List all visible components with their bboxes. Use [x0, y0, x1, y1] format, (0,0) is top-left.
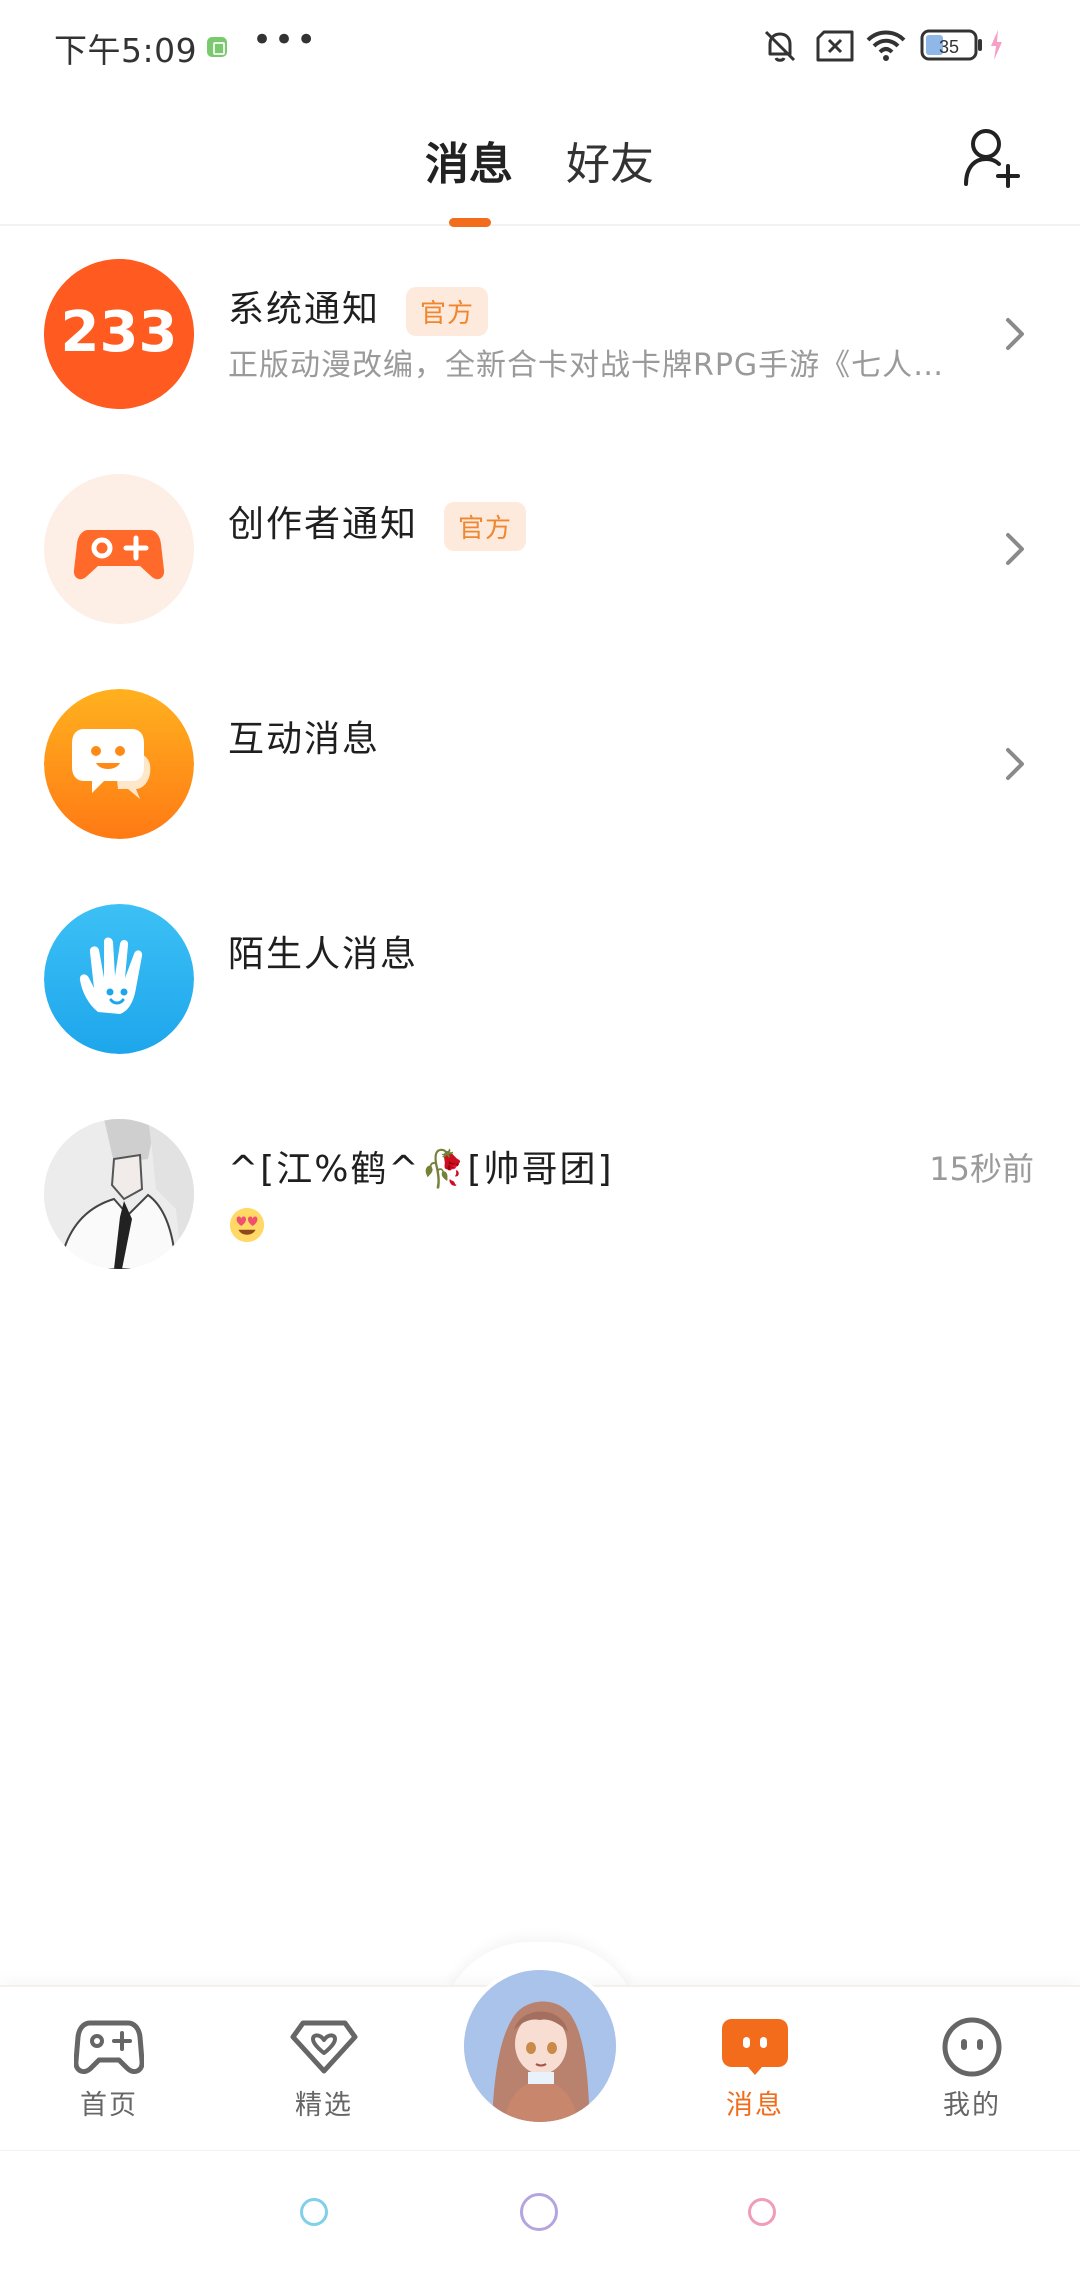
nav-label-featured: 精选	[295, 2090, 353, 2121]
battery-icon: 35	[920, 29, 982, 61]
list-item-title: 创作者通知 官方	[228, 495, 527, 551]
nav-label-messages: 消息	[726, 2090, 784, 2121]
title-text: 互动消息	[228, 719, 381, 760]
nav-item-home[interactable]: 首页	[44, 2017, 174, 2122]
wifi-icon	[866, 30, 906, 61]
chevron-right-icon	[1006, 318, 1024, 350]
message-list: 233 系统通知 官方 正版动漫改编，全新合卡对战卡牌RPG手游《七人… 创作者通…	[0, 226, 1080, 1301]
list-item-interaction-messages[interactable]: 互动消息	[0, 656, 1080, 871]
stranger-messages-avatar	[44, 904, 194, 1054]
list-item-user-chat[interactable]: ^[江%鹤^🥀[帅哥团] 15秒前	[0, 1086, 1080, 1301]
official-badge: 官方	[444, 501, 527, 551]
logo-233-icon: 233	[44, 259, 194, 409]
list-item-title: 互动消息	[228, 710, 380, 762]
app-notification-icon	[207, 37, 227, 57]
more-notifications-indicator: •••	[252, 20, 319, 60]
title-text: 创作者通知	[228, 504, 419, 545]
anime-girl-avatar-image	[464, 1970, 616, 2122]
nav-item-me[interactable]: 我的	[907, 2017, 1037, 2122]
list-item-title: 系统通知 官方	[228, 280, 489, 336]
official-badge: 官方	[406, 286, 489, 336]
title-text: 陌生人消息	[228, 934, 419, 975]
list-item-stranger-messages[interactable]: 陌生人消息	[0, 871, 1080, 1086]
smiley-icon	[942, 2017, 1002, 2077]
user-avatar-illustration	[44, 1119, 194, 1269]
list-item-title: ^[江%鹤^🥀[帅哥团]	[228, 1140, 614, 1192]
list-item-system-notification[interactable]: 233 系统通知 官方 正版动漫改编，全新合卡对战卡牌RPG手游《七人…	[0, 226, 1080, 441]
creator-notification-avatar	[44, 474, 194, 624]
chevron-right-icon	[1006, 533, 1024, 565]
gamepad-icon	[74, 2020, 144, 2074]
status-time: 下午5:09	[54, 31, 198, 70]
list-item-preview: 正版动漫改编，全新合卡对战卡牌RPG手游《七人…	[228, 348, 945, 383]
interaction-messages-avatar	[44, 689, 194, 839]
system-navigation-bar	[0, 2150, 1080, 2280]
back-button[interactable]	[300, 2198, 328, 2226]
gamepad-icon	[44, 474, 194, 624]
title-text: ^[江%鹤^🥀[帅哥团]	[228, 1149, 614, 1190]
center-avatar[interactable]	[460, 1966, 620, 2126]
status-icons: 35	[760, 26, 1080, 70]
heart-gem-icon	[290, 2020, 358, 2074]
user-avatar-image	[44, 1119, 194, 1269]
nav-label-home: 首页	[80, 2090, 138, 2121]
tab-messages[interactable]: 消息	[425, 128, 513, 192]
charging-icon	[991, 30, 1002, 60]
add-friend-icon[interactable]	[960, 126, 1024, 190]
tab-friends[interactable]: 好友	[566, 128, 654, 192]
heart-eyes-emoji	[229, 1207, 265, 1243]
battery-level-text: 35	[939, 37, 959, 57]
system-notification-avatar: 233	[44, 259, 194, 409]
list-item-creator-notification[interactable]: 创作者通知 官方	[0, 441, 1080, 656]
mute-bell-icon	[764, 30, 796, 62]
chevron-right-icon	[1006, 748, 1024, 780]
status-bar: 下午5:09 ••• 35	[0, 0, 1080, 96]
nav-item-featured[interactable]: 精选	[259, 2017, 389, 2122]
waving-hand-icon	[44, 904, 194, 1054]
chat-bubbles-icon	[44, 689, 194, 839]
list-item-title: 陌生人消息	[228, 925, 418, 977]
recents-button[interactable]	[748, 2198, 776, 2226]
sim-error-icon	[816, 30, 854, 62]
message-icon	[722, 2019, 788, 2075]
message-time: 15秒前	[929, 1150, 1034, 1188]
top-header: 消息 好友	[0, 96, 1080, 227]
nav-item-messages[interactable]: 消息	[690, 2017, 820, 2122]
nav-label-me: 我的	[943, 2090, 1001, 2121]
logo-233-text: 233	[61, 300, 178, 365]
home-button[interactable]	[520, 2193, 558, 2231]
title-text: 系统通知	[228, 289, 381, 330]
